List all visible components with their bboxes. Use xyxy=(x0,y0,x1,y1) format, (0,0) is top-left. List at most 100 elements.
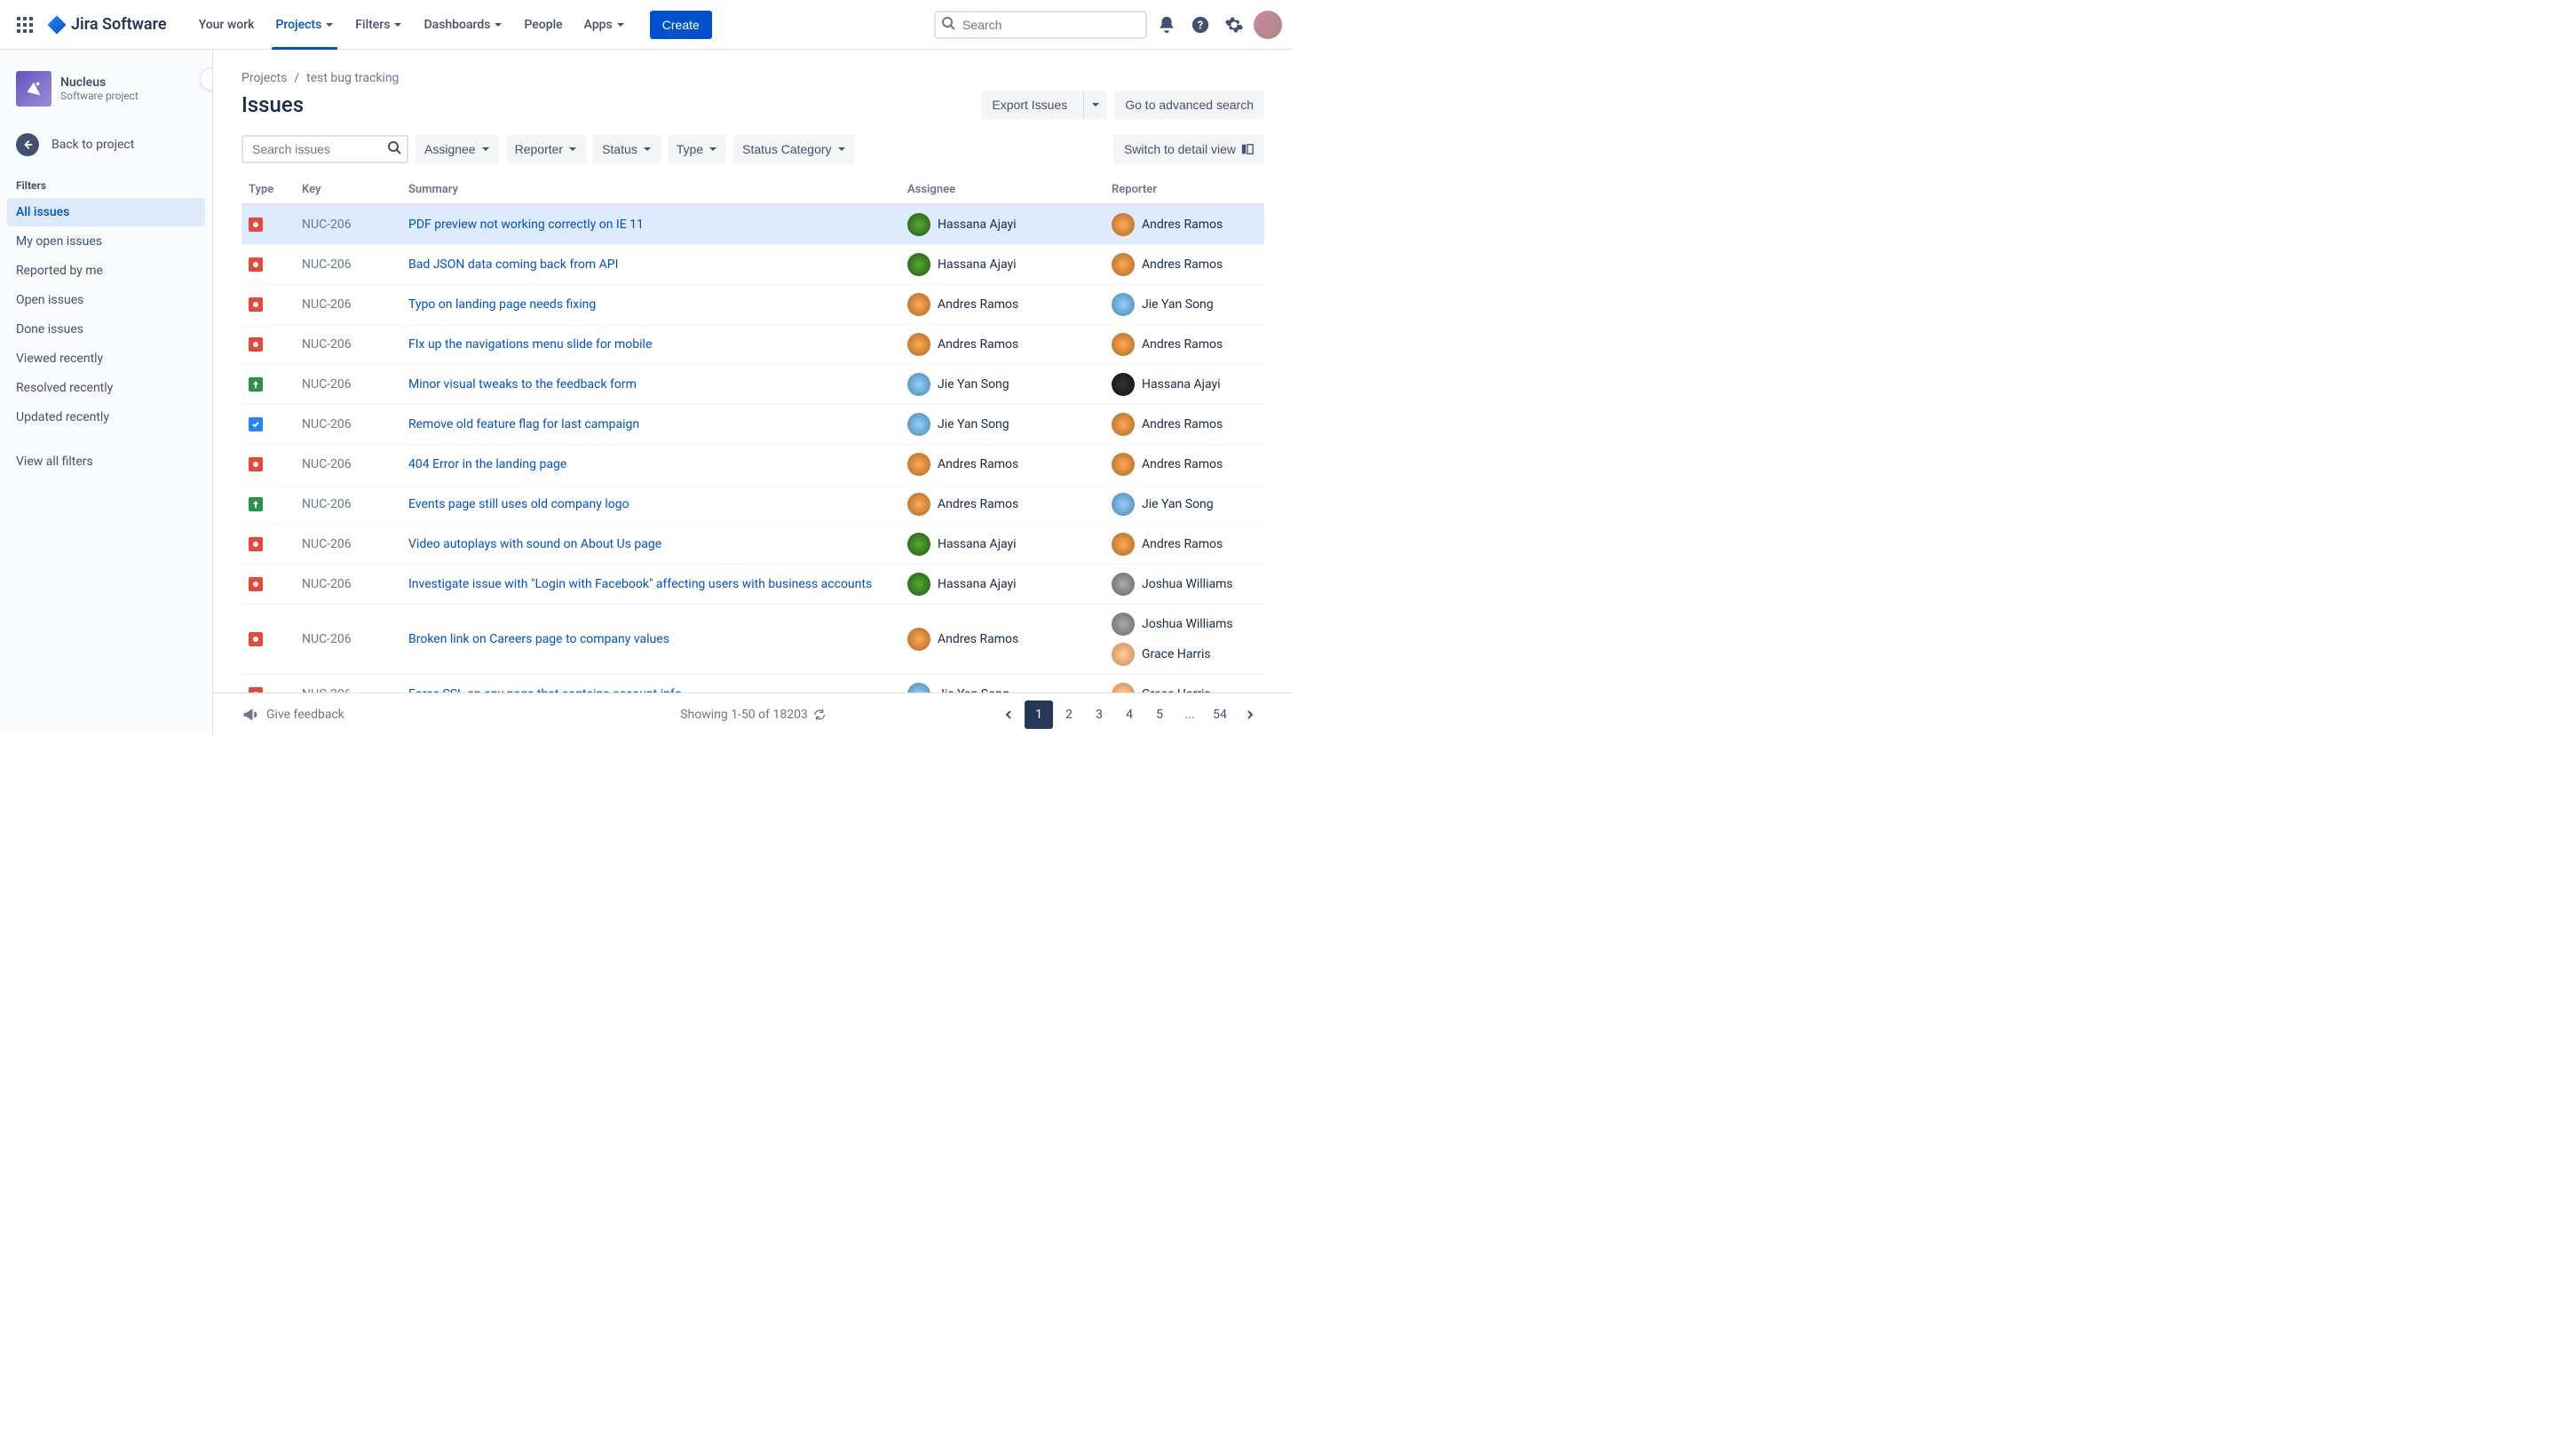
page-5[interactable]: 5 xyxy=(1145,700,1174,729)
table-row[interactable]: NUC-206 FIx up the navigations menu slid… xyxy=(241,325,1264,365)
nav-apps[interactable]: Apps xyxy=(574,0,636,50)
filter-resolved-recently[interactable]: Resolved recently xyxy=(7,374,205,402)
assignee-cell[interactable]: Andres Ramos xyxy=(907,628,1097,651)
issue-summary[interactable]: Force SSL on any page that contains acco… xyxy=(401,675,900,693)
issue-key[interactable]: NUC-206 xyxy=(295,325,401,365)
page-next[interactable] xyxy=(1236,700,1264,729)
issue-key[interactable]: NUC-206 xyxy=(295,565,401,605)
reporter-cell[interactable]: Jie Yan Song xyxy=(1112,293,1257,316)
table-row[interactable]: NUC-206 404 Error in the landing page An… xyxy=(241,445,1264,485)
filter-pill-type[interactable]: Type xyxy=(668,135,726,163)
col-key[interactable]: Key xyxy=(295,176,401,204)
issue-key[interactable]: NUC-206 xyxy=(295,605,401,675)
issue-summary[interactable]: PDF preview not working correctly on IE … xyxy=(401,204,900,245)
table-row[interactable]: NUC-206 Remove old feature flag for last… xyxy=(241,405,1264,445)
assignee-cell[interactable]: Jie Yan Song xyxy=(907,683,1097,692)
nav-dashboards[interactable]: Dashboards xyxy=(413,0,513,50)
page-4[interactable]: 4 xyxy=(1115,700,1144,729)
issue-summary[interactable]: Video autoplays with sound on About Us p… xyxy=(401,525,900,565)
chevron-down-icon[interactable] xyxy=(1083,91,1107,119)
filter-open-issues[interactable]: Open issues xyxy=(7,286,205,314)
issue-search[interactable] xyxy=(241,135,408,163)
issue-summary[interactable]: FIx up the navigations menu slide for mo… xyxy=(401,325,900,365)
issue-summary[interactable]: Remove old feature flag for last campaig… xyxy=(401,405,900,445)
filter-all-issues[interactable]: All issues xyxy=(7,198,205,226)
app-switcher-icon[interactable] xyxy=(11,11,39,39)
reporter-cell[interactable]: Andres Ramos xyxy=(1112,453,1257,476)
reporter-cell[interactable]: Hassana Ajayi xyxy=(1112,373,1257,396)
profile-avatar[interactable] xyxy=(1254,11,1282,39)
table-row[interactable]: NUC-206 Investigate issue with "Login wi… xyxy=(241,565,1264,605)
issue-summary[interactable]: Events page still uses old company logo xyxy=(401,485,900,525)
issue-summary[interactable]: Minor visual tweaks to the feedback form xyxy=(401,365,900,405)
jira-logo[interactable]: Jira Software xyxy=(43,14,170,36)
back-to-project[interactable]: Back to project xyxy=(7,124,205,165)
assignee-cell[interactable]: Andres Ramos xyxy=(907,333,1097,356)
issue-key[interactable]: NUC-206 xyxy=(295,245,401,285)
export-issues-button[interactable]: Export Issues xyxy=(981,91,1107,119)
reporter-cell[interactable]: Jie Yan Song xyxy=(1112,493,1257,516)
issue-key[interactable]: NUC-206 xyxy=(295,285,401,325)
assignee-cell[interactable]: Jie Yan Song xyxy=(907,413,1097,436)
assignee-cell[interactable]: Andres Ramos xyxy=(907,493,1097,516)
filter-pill-status-category[interactable]: Status Category xyxy=(733,135,854,163)
page-2[interactable]: 2 xyxy=(1055,700,1083,729)
col-reporter[interactable]: Reporter xyxy=(1104,176,1264,204)
assignee-cell[interactable]: Hassana Ajayi xyxy=(907,573,1097,596)
nav-filters[interactable]: Filters xyxy=(344,0,413,50)
switch-view-button[interactable]: Switch to detail view xyxy=(1113,135,1264,163)
notifications-icon[interactable] xyxy=(1152,11,1181,39)
advanced-search-button[interactable]: Go to advanced search xyxy=(1114,91,1264,119)
filter-pill-assignee[interactable]: Assignee xyxy=(416,135,499,163)
table-row[interactable]: NUC-206 Typo on landing page needs fixin… xyxy=(241,285,1264,325)
nav-people[interactable]: People xyxy=(513,0,573,50)
assignee-cell[interactable]: Andres Ramos xyxy=(907,293,1097,316)
page-1[interactable]: 1 xyxy=(1025,700,1053,729)
issue-key[interactable]: NUC-206 xyxy=(295,365,401,405)
table-row[interactable]: NUC-206 Broken link on Careers page to c… xyxy=(241,605,1264,675)
reporter-cell[interactable]: Andres Ramos xyxy=(1112,413,1257,436)
nav-your-work[interactable]: Your work xyxy=(188,0,265,50)
assignee-cell[interactable]: Jie Yan Song xyxy=(907,373,1097,396)
issue-search-input[interactable] xyxy=(241,135,408,163)
reporter-cell[interactable]: Grace Harris xyxy=(1112,683,1257,692)
settings-icon[interactable] xyxy=(1220,11,1248,39)
view-all-filters[interactable]: View all filters xyxy=(7,447,205,476)
issue-key[interactable]: NUC-206 xyxy=(295,675,401,693)
refresh-icon[interactable] xyxy=(813,708,826,721)
reporter-cell[interactable]: Andres Ramos xyxy=(1112,533,1257,556)
search-input[interactable] xyxy=(934,11,1147,39)
project-header[interactable]: Nucleus Software project xyxy=(7,71,205,124)
assignee-cell[interactable]: Hassana Ajayi xyxy=(907,253,1097,276)
page-prev[interactable] xyxy=(994,700,1023,729)
table-row[interactable]: NUC-206 Bad JSON data coming back from A… xyxy=(241,245,1264,285)
issue-summary[interactable]: Typo on landing page needs fixing xyxy=(401,285,900,325)
reporter-cell[interactable]: Andres Ramos xyxy=(1112,333,1257,356)
issue-summary[interactable]: Broken link on Careers page to company v… xyxy=(401,605,900,675)
reporter-cell[interactable]: Andres Ramos xyxy=(1112,213,1257,236)
filter-my-open-issues[interactable]: My open issues xyxy=(7,227,205,256)
assignee-cell[interactable]: Hassana Ajayi xyxy=(907,213,1097,236)
page-54[interactable]: 54 xyxy=(1206,700,1234,729)
issue-summary[interactable]: 404 Error in the landing page xyxy=(401,445,900,485)
issue-key[interactable]: NUC-206 xyxy=(295,405,401,445)
page-3[interactable]: 3 xyxy=(1085,700,1113,729)
issue-key[interactable]: NUC-206 xyxy=(295,485,401,525)
filter-updated-recently[interactable]: Updated recently xyxy=(7,403,205,431)
col-summary[interactable]: Summary xyxy=(401,176,900,204)
table-row[interactable]: NUC-206 Events page still uses old compa… xyxy=(241,485,1264,525)
filter-pill-status[interactable]: Status xyxy=(593,135,661,163)
col-type[interactable]: Type xyxy=(241,176,295,204)
create-button[interactable]: Create xyxy=(650,11,712,39)
table-row[interactable]: NUC-206 Video autoplays with sound on Ab… xyxy=(241,525,1264,565)
table-row[interactable]: NUC-206 Force SSL on any page that conta… xyxy=(241,675,1264,693)
breadcrumb-current[interactable]: test bug tracking xyxy=(306,71,399,85)
assignee-cell[interactable]: Hassana Ajayi xyxy=(907,533,1097,556)
filter-viewed-recently[interactable]: Viewed recently xyxy=(7,344,205,373)
assignee-cell[interactable]: Andres Ramos xyxy=(907,453,1097,476)
issue-key[interactable]: NUC-206 xyxy=(295,445,401,485)
filter-done-issues[interactable]: Done issues xyxy=(7,315,205,344)
help-icon[interactable]: ? xyxy=(1186,11,1215,39)
table-row[interactable]: NUC-206 Minor visual tweaks to the feedb… xyxy=(241,365,1264,405)
global-search[interactable] xyxy=(934,11,1147,39)
